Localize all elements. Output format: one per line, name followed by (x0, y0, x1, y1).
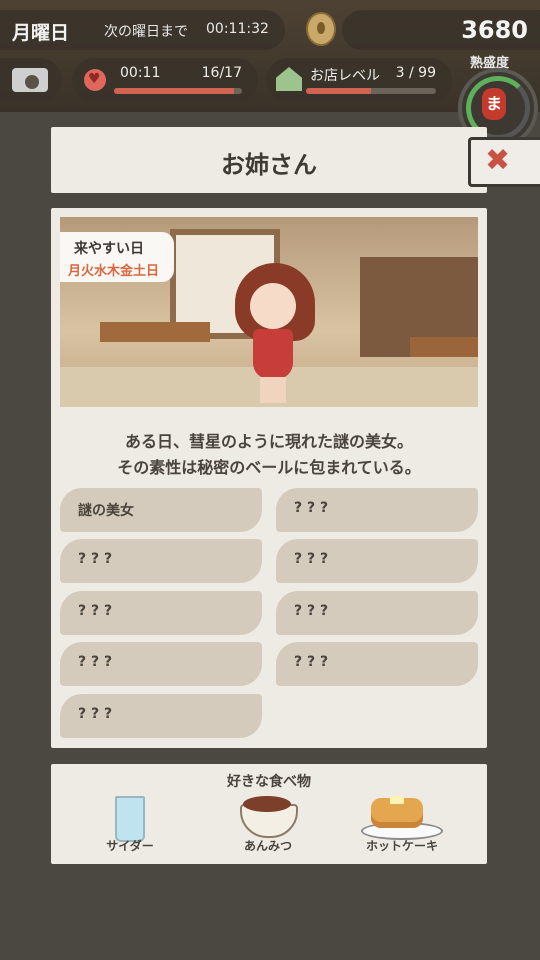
lantern-icon: ま (482, 88, 506, 120)
visit-days-list: 月火水木金土日 (68, 264, 160, 279)
trait-chip[interactable]: ? ? ? (60, 694, 262, 738)
trait-chip[interactable]: ? ? ? (60, 539, 262, 583)
trait-chip[interactable]: 謎の美女 (60, 488, 262, 532)
stamina-bar-fill (114, 88, 235, 94)
description-line-1: ある日、彗星のように現れた謎の美女。 (124, 432, 413, 451)
visit-days-badge: 来やすい日 月火水木金土日 (60, 232, 174, 282)
food-name: あんみつ (243, 839, 292, 853)
stamina-bar (114, 88, 242, 94)
food-item-anmitsu[interactable]: あんみつ (213, 792, 323, 860)
shop-level-display: お店レベル 3 / 99 (266, 58, 452, 102)
close-icon: ✖ (485, 143, 511, 178)
heart-icon: ♥ (84, 69, 106, 91)
coin-icon (306, 12, 336, 46)
until-next-day-label: 次の曜日まで (104, 24, 188, 40)
camera-button[interactable] (0, 58, 62, 102)
day-timer: 00:11:32 (206, 21, 269, 37)
description-line-2: その素性は秘密のベールに包まれている。 (117, 458, 421, 477)
favorite-food-card: 好きな食べ物 サイダー あんみつ ホットケーキ (51, 764, 487, 864)
character-profile-card: 来やすい日 月火水木金土日 ある日、彗星のように現れた謎の美女。 その素性は秘密… (51, 208, 487, 748)
shop-house-icon (276, 67, 302, 91)
money-display: 3680 (342, 10, 540, 50)
shop-level-label: お店レベル (310, 68, 380, 84)
day-indicator: 月曜日 次の曜日まで 00:11:32 (0, 10, 285, 50)
day-name: 月曜日 (12, 22, 70, 44)
close-button[interactable]: ✖ (468, 137, 540, 187)
shop-level-bar (306, 88, 436, 94)
character-name: お姉さん (221, 151, 317, 179)
food-item-cider[interactable]: サイダー (75, 792, 185, 860)
money-amount: 3680 (461, 16, 528, 44)
trait-chip[interactable]: ? ? ? (60, 642, 262, 686)
cider-glass-icon (115, 796, 145, 842)
food-name: サイダー (106, 839, 154, 853)
food-item-pancake[interactable]: ホットケーキ (347, 792, 457, 860)
trait-chip[interactable]: ? ? ? (276, 488, 478, 532)
trait-chip[interactable]: ? ? ? (60, 591, 262, 635)
stamina-display: ♥ 00:11 16/17 (72, 58, 258, 102)
shop-level-value: 3 / 99 (395, 65, 436, 81)
trait-chip[interactable]: ? ? ? (276, 539, 478, 583)
character-title-card: お姉さん (51, 127, 487, 193)
trait-chip[interactable]: ? ? ? (276, 642, 478, 686)
stamina-count: 16/17 (201, 65, 242, 81)
food-name: ホットケーキ (365, 839, 438, 853)
favorite-food-title: 好きな食べ物 (227, 774, 311, 790)
trait-chip[interactable]: ? ? ? (276, 591, 478, 635)
shop-level-bar-fill (306, 88, 371, 94)
visit-days-title: 来やすい日 (74, 241, 144, 257)
stamina-timer: 00:11 (120, 65, 161, 81)
